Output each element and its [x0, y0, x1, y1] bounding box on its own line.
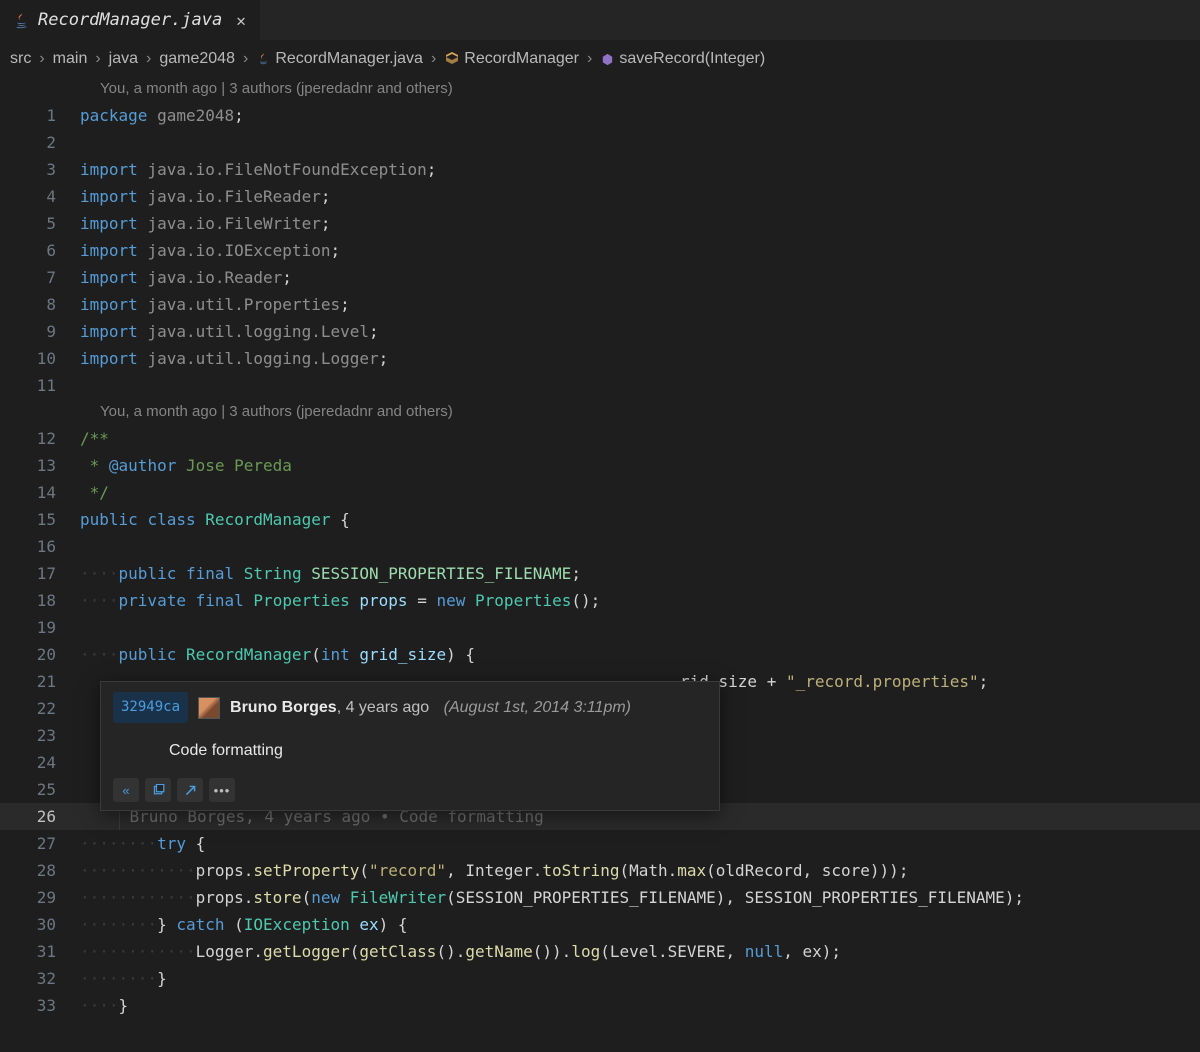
line-number: 22 — [0, 695, 80, 722]
code-line[interactable]: 8import java.util.Properties; — [0, 291, 1200, 318]
java-icon — [12, 11, 30, 29]
line-number: 14 — [0, 479, 80, 506]
line-number: 9 — [0, 318, 80, 345]
hover-header: 32949ca Bruno Borges, 4 years ago (Augus… — [113, 692, 707, 723]
editor-tab[interactable]: RecordManager.java ✕ — [0, 0, 261, 40]
line-number: 33 — [0, 992, 80, 1019]
code-line[interactable]: 31············Logger.getLogger(getClass(… — [0, 938, 1200, 965]
codelens-info[interactable]: You, a month ago | 3 authors (jperedadnr… — [0, 399, 1200, 425]
chevron-right-icon: › — [427, 50, 440, 68]
chevron-right-icon: › — [583, 50, 596, 68]
line-number: 10 — [0, 345, 80, 372]
hover-date: (August 1st, 2014 3:11pm) — [444, 699, 631, 716]
line-number: 17 — [0, 560, 80, 587]
code-line[interactable]: 9import java.util.logging.Level; — [0, 318, 1200, 345]
code-line[interactable]: 33····} — [0, 992, 1200, 1019]
chevron-right-icon: › — [142, 50, 155, 68]
code-line[interactable]: 32········} — [0, 965, 1200, 992]
line-number: 3 — [0, 156, 80, 183]
hover-actions: « ••• — [113, 778, 707, 802]
breadcrumb-item[interactable]: java — [109, 50, 138, 68]
copy-icon[interactable] — [145, 778, 171, 802]
line-number: 13 — [0, 452, 80, 479]
blame-hover-popup: 32949ca Bruno Borges, 4 years ago (Augus… — [100, 681, 720, 811]
line-number: 16 — [0, 533, 80, 560]
code-line[interactable]: 13 * @author Jose Pereda — [0, 452, 1200, 479]
breadcrumb: src› main› java› game2048› RecordManager… — [0, 40, 1200, 76]
code-line[interactable]: 11 — [0, 372, 1200, 399]
line-number: 11 — [0, 372, 80, 399]
code-line[interactable]: 15public class RecordManager { — [0, 506, 1200, 533]
line-number: 29 — [0, 884, 80, 911]
line-number: 27 — [0, 830, 80, 857]
line-number: 8 — [0, 291, 80, 318]
line-number: 4 — [0, 183, 80, 210]
commit-hash[interactable]: 32949ca — [113, 692, 188, 723]
breadcrumb-item[interactable]: src — [10, 50, 31, 68]
code-line[interactable]: 17····public final String SESSION_PROPER… — [0, 560, 1200, 587]
code-line[interactable]: 27········try { — [0, 830, 1200, 857]
code-line[interactable]: 5import java.io.FileWriter; — [0, 210, 1200, 237]
code-line[interactable]: 19 — [0, 614, 1200, 641]
prev-change-button[interactable]: « — [113, 778, 139, 802]
chevron-right-icon: › — [239, 50, 252, 68]
code-line[interactable]: 7import java.io.Reader; — [0, 264, 1200, 291]
breadcrumb-item[interactable]: RecordManager — [464, 50, 579, 68]
line-number: 20 — [0, 641, 80, 668]
line-number: 25 — [0, 776, 80, 803]
line-number: 28 — [0, 857, 80, 884]
code-line[interactable]: 10import java.util.logging.Logger; — [0, 345, 1200, 372]
chevron-right-icon: › — [91, 50, 104, 68]
close-icon[interactable]: ✕ — [236, 11, 246, 30]
breadcrumb-item[interactable]: saveRecord(Integer) — [619, 50, 765, 68]
code-line[interactable]: 12/** — [0, 425, 1200, 452]
line-number: 15 — [0, 506, 80, 533]
code-line[interactable]: 14 */ — [0, 479, 1200, 506]
tab-filename: RecordManager.java — [38, 10, 222, 30]
code-line[interactable]: 6import java.io.IOException; — [0, 237, 1200, 264]
code-line[interactable]: 18····private final Properties props = n… — [0, 587, 1200, 614]
class-icon — [444, 51, 460, 67]
line-number: 18 — [0, 587, 80, 614]
line-number: 7 — [0, 264, 80, 291]
line-number: 5 — [0, 210, 80, 237]
line-number: 32 — [0, 965, 80, 992]
hover-time: 4 years ago — [346, 699, 430, 716]
code-line[interactable]: 30········} catch (IOException ex) { — [0, 911, 1200, 938]
line-number: 31 — [0, 938, 80, 965]
line-number: 12 — [0, 425, 80, 452]
more-icon[interactable]: ••• — [209, 778, 235, 802]
chevron-right-icon: › — [35, 50, 48, 68]
code-editor[interactable]: You, a month ago | 3 authors (jperedadnr… — [0, 76, 1200, 1019]
code-line[interactable]: 16 — [0, 533, 1200, 560]
code-line[interactable]: 1package game2048; — [0, 102, 1200, 129]
code-line[interactable]: 2 — [0, 129, 1200, 156]
line-number: 6 — [0, 237, 80, 264]
breadcrumb-item[interactable]: RecordManager.java — [275, 50, 423, 68]
line-number: 19 — [0, 614, 80, 641]
breadcrumb-item[interactable]: game2048 — [159, 50, 235, 68]
code-line[interactable]: 29············props.store(new FileWriter… — [0, 884, 1200, 911]
commit-message: Code formatting — [113, 723, 707, 778]
code-line[interactable]: 3import java.io.FileNotFoundException; — [0, 156, 1200, 183]
avatar — [198, 697, 220, 719]
tab-bar: RecordManager.java ✕ — [0, 0, 1200, 40]
line-number: 21 — [0, 668, 80, 695]
method-icon — [600, 52, 615, 67]
code-line[interactable]: 20····public RecordManager(int grid_size… — [0, 641, 1200, 668]
line-number: 2 — [0, 129, 80, 156]
code-line[interactable]: 4import java.io.FileReader; — [0, 183, 1200, 210]
line-number: 23 — [0, 722, 80, 749]
open-external-icon[interactable] — [177, 778, 203, 802]
code-line[interactable]: 28············props.setProperty("record"… — [0, 857, 1200, 884]
line-number: 26 — [0, 803, 80, 830]
codelens-info[interactable]: You, a month ago | 3 authors (jperedadnr… — [0, 76, 1200, 102]
line-number: 30 — [0, 911, 80, 938]
hover-author: Bruno Borges — [230, 699, 337, 716]
breadcrumb-item[interactable]: main — [53, 50, 88, 68]
java-icon — [256, 52, 271, 67]
line-number: 1 — [0, 102, 80, 129]
line-number: 24 — [0, 749, 80, 776]
